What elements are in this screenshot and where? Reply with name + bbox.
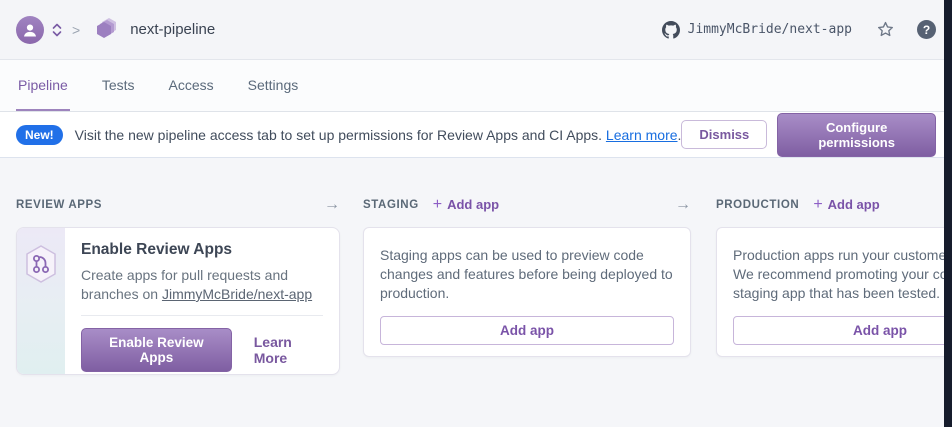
enable-review-apps-card: Enable Review Apps Create apps for pull … bbox=[16, 227, 340, 375]
github-repo-label: JimmyMcBride/next-app bbox=[688, 22, 852, 37]
staging-card: Staging apps can be used to preview code… bbox=[363, 227, 691, 357]
tab-pipeline[interactable]: Pipeline bbox=[16, 60, 70, 111]
production-add-app-label: Add app bbox=[828, 197, 880, 212]
github-repo-link[interactable]: JimmyMcBride/next-app bbox=[662, 21, 852, 39]
pull-request-hexagon-icon bbox=[23, 244, 59, 284]
review-card-divider bbox=[81, 315, 323, 316]
staging-add-app-button[interactable]: Add app bbox=[380, 316, 674, 345]
github-icon bbox=[662, 21, 680, 39]
staging-column-title: STAGING bbox=[363, 199, 419, 211]
question-mark-icon: ? bbox=[923, 23, 930, 37]
column-staging: STAGING + Add app → Staging apps can be … bbox=[363, 196, 691, 375]
screen-edge bbox=[944, 0, 952, 427]
announcement-banner: New! Visit the new pipeline access tab t… bbox=[0, 112, 952, 158]
breadcrumb-separator: > bbox=[72, 22, 80, 38]
production-column-title: PRODUCTION bbox=[716, 199, 799, 211]
learn-more-button[interactable]: Learn More bbox=[254, 334, 323, 366]
pipeline-icon bbox=[90, 17, 120, 43]
production-add-app-button[interactable]: Add app bbox=[733, 316, 952, 345]
arrow-right-icon: → bbox=[324, 197, 340, 213]
tab-settings[interactable]: Settings bbox=[246, 60, 301, 111]
person-icon bbox=[22, 22, 38, 38]
staging-description: Staging apps can be used to preview code… bbox=[380, 246, 674, 303]
app-header: > next-pipeline JimmyMcBride/next-app ? bbox=[0, 0, 952, 60]
new-badge: New! bbox=[16, 125, 63, 145]
plus-icon: + bbox=[813, 197, 822, 213]
banner-message: Visit the new pipeline access tab to set… bbox=[75, 127, 682, 143]
column-production: PRODUCTION + Add app Production apps run… bbox=[716, 196, 952, 375]
review-apps-column-title: REVIEW APPS bbox=[16, 199, 102, 211]
production-add-app-link[interactable]: + Add app bbox=[813, 197, 879, 213]
staging-add-app-label: Add app bbox=[447, 197, 499, 212]
help-button[interactable]: ? bbox=[917, 20, 936, 39]
column-review-apps: REVIEW APPS → Enable Review Apps Create bbox=[16, 196, 340, 375]
pipeline-tabbar: Pipeline Tests Access Settings bbox=[0, 60, 952, 112]
user-avatar[interactable] bbox=[16, 16, 44, 44]
staging-add-app-link[interactable]: + Add app bbox=[433, 197, 499, 213]
context-switcher[interactable] bbox=[52, 22, 62, 38]
production-card: Production apps run your customer facing… bbox=[716, 227, 952, 357]
pipeline-board: REVIEW APPS → Enable Review Apps Create bbox=[0, 158, 952, 375]
repo-inline-link[interactable]: JimmyMcBride/next-app bbox=[162, 286, 312, 302]
tab-tests[interactable]: Tests bbox=[100, 60, 137, 111]
dismiss-button[interactable]: Dismiss bbox=[681, 120, 767, 149]
production-description: Production apps run your customer facing… bbox=[733, 246, 952, 303]
learn-more-link[interactable]: Learn more bbox=[606, 127, 678, 143]
pipeline-name: next-pipeline bbox=[130, 21, 215, 38]
arrow-right-icon: → bbox=[675, 197, 691, 213]
favorite-star-button[interactable] bbox=[876, 20, 895, 39]
enable-review-apps-button[interactable]: Enable Review Apps bbox=[81, 328, 232, 372]
review-card-title: Enable Review Apps bbox=[81, 241, 323, 259]
star-icon bbox=[876, 20, 895, 39]
plus-icon: + bbox=[433, 197, 442, 213]
review-card-description: Create apps for pull requests and branch… bbox=[81, 266, 323, 304]
review-card-accent-strip bbox=[17, 228, 65, 374]
tab-access[interactable]: Access bbox=[167, 60, 216, 111]
banner-message-text: Visit the new pipeline access tab to set… bbox=[75, 127, 602, 143]
review-desc-line2-prefix: branches on bbox=[81, 286, 162, 302]
configure-permissions-button[interactable]: Configure permissions bbox=[777, 113, 936, 157]
review-desc-line1: Create apps for pull requests and bbox=[81, 267, 288, 283]
chevron-up-down-icon bbox=[52, 22, 62, 38]
